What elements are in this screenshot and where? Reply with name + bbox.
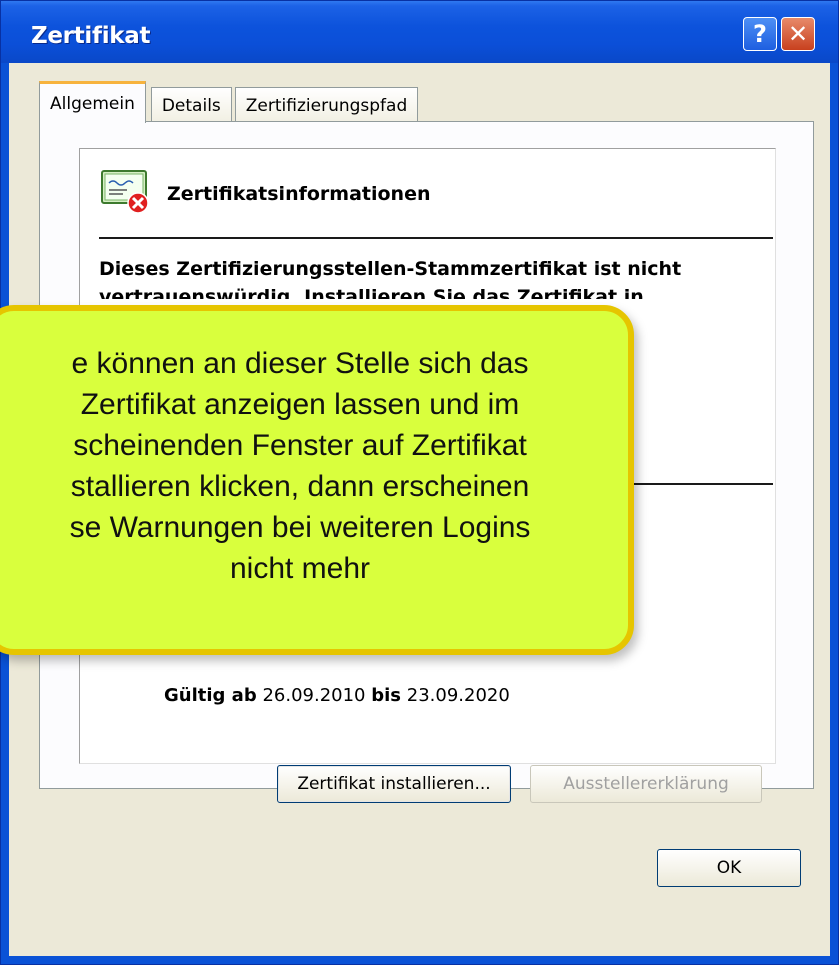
callout-line: stallieren klicken, dann erscheinen (70, 470, 530, 503)
valid-to-date: 23.09.2020 (406, 685, 510, 706)
valid-to-label: bis (371, 685, 402, 706)
tab-certification-path[interactable]: Zertifizierungspfad (234, 87, 419, 123)
validity-period: Gültig ab 26.09.2010 bis 23.09.2020 (164, 685, 510, 706)
callout-line: scheinenden Fenster auf Zertifikat (73, 429, 527, 462)
certificate-info-heading: Zertifikatsinformationen (167, 183, 431, 205)
ok-button[interactable]: OK (657, 849, 801, 887)
callout-text: e können an dieser Stelle sich das Zerti… (0, 343, 610, 589)
callout-line: Zertifikat anzeigen lassen und im (80, 388, 520, 421)
valid-from-date: 26.09.2010 (262, 685, 366, 706)
install-certificate-button[interactable]: Zertifikat installieren... (277, 765, 511, 803)
callout-line: nicht mehr (229, 552, 371, 585)
tab-details[interactable]: Details (150, 87, 232, 123)
tab-strip: Allgemein Details Zertifizierungspfad (39, 81, 421, 123)
title-bar[interactable]: Zertifikat ? ✕ (1, 1, 838, 63)
close-icon: ✕ (787, 20, 809, 48)
callout-line: e können an dieser Stelle sich das (71, 347, 529, 380)
help-icon: ? (753, 20, 767, 48)
help-button[interactable]: ? (743, 17, 777, 51)
certificate-error-icon (101, 170, 149, 214)
valid-from-label: Gültig ab (164, 685, 257, 706)
issuer-statement-button: Ausstellererklärung (530, 765, 762, 803)
callout-note: e können an dieser Stelle sich das Zerti… (0, 305, 634, 655)
callout-line: se Warnungen bei weiteren Logins (69, 511, 531, 544)
window-title: Zertifikat (31, 23, 151, 49)
divider (99, 237, 773, 239)
certificate-warning-text: Dieses Zertifizierungsstellen-Stammzerti… (99, 258, 682, 299)
tab-general[interactable]: Allgemein (39, 81, 146, 123)
close-button[interactable]: ✕ (781, 17, 815, 51)
